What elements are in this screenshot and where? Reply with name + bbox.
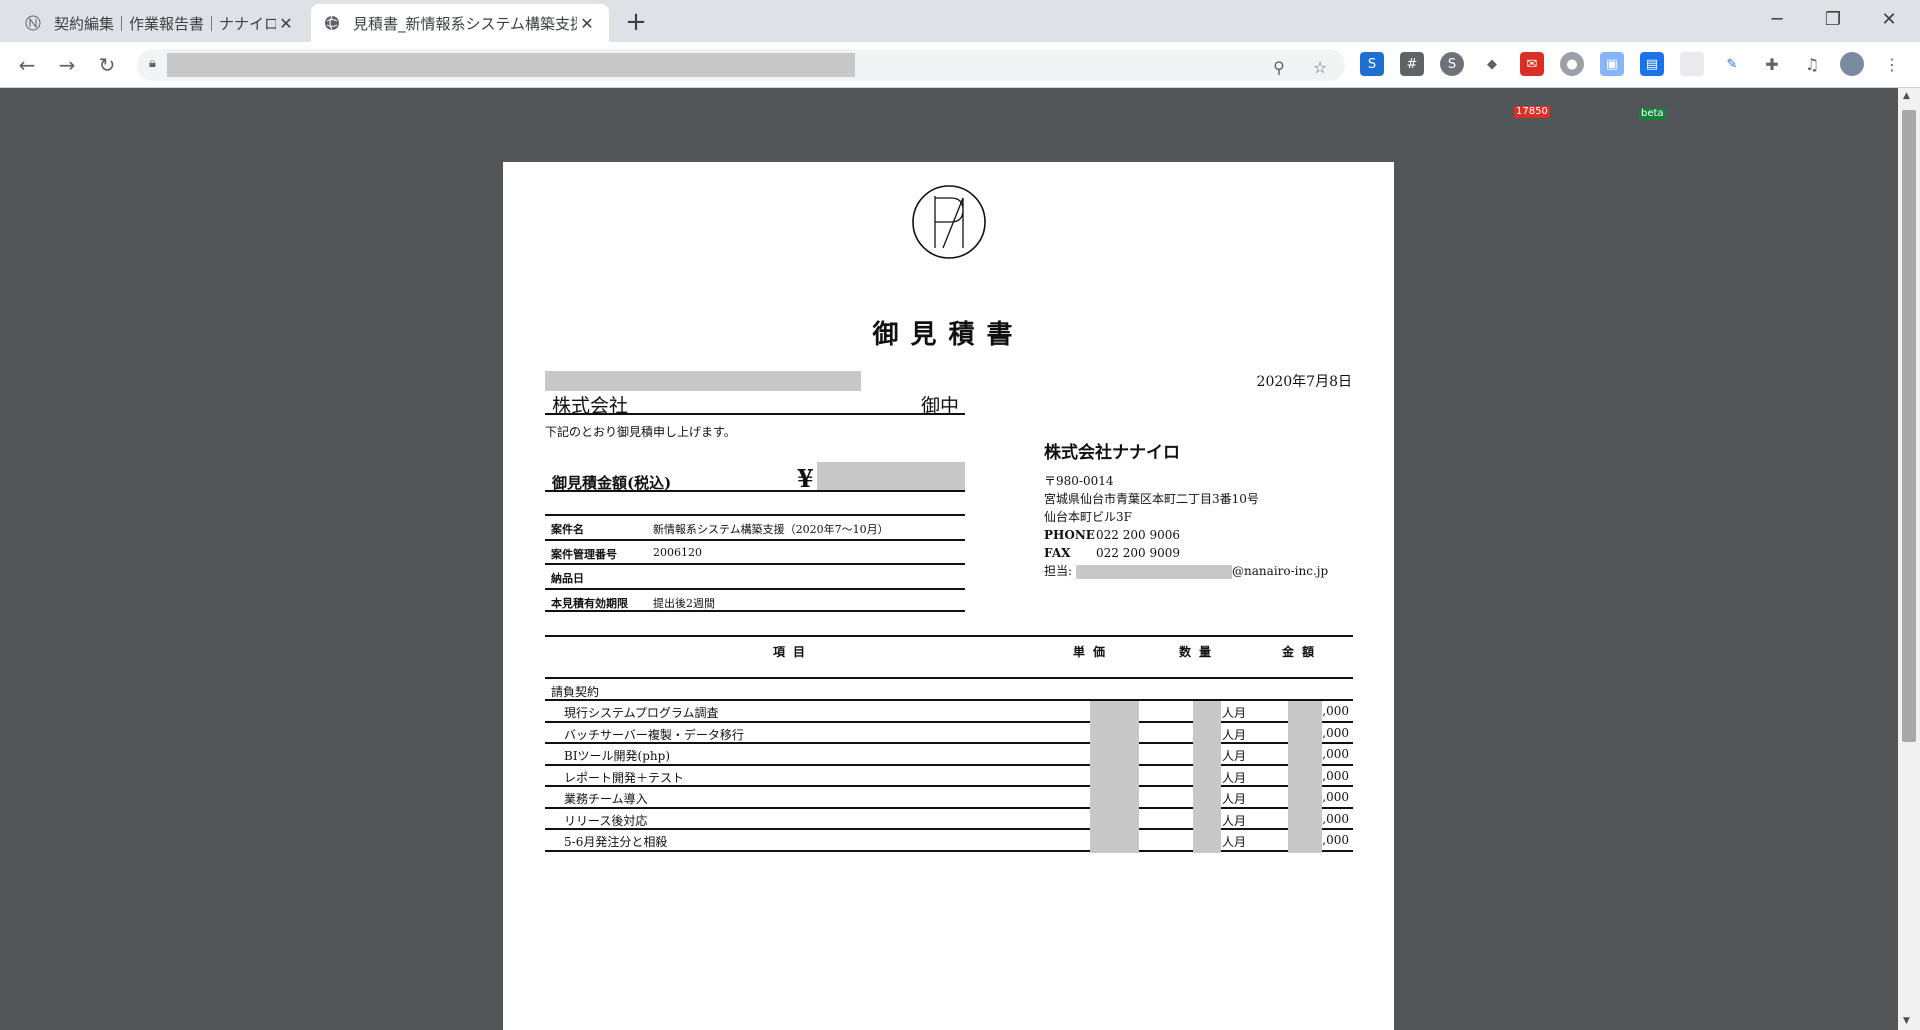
- info-row: 納品日: [545, 563, 965, 588]
- redacted-total-amount: [817, 462, 965, 490]
- table-row: リリース後対応 人月 ,000: [545, 809, 1353, 830]
- section-label: 請負契約: [551, 685, 600, 699]
- company-logo: [912, 185, 986, 259]
- client-honorific: 御中: [920, 395, 959, 417]
- section-row: 請負契約: [545, 679, 1353, 701]
- tab-title: 契約編集｜作業報告書｜ナナイロ: [54, 14, 276, 33]
- close-tab-icon[interactable]: ✕: [276, 13, 296, 33]
- table-row: 業務チーム導入 人月 ,000: [545, 787, 1353, 809]
- info-row: 本見積有効期限 提出後2週間: [545, 587, 965, 612]
- issuer-contact: 担当: @nanairo-inc.jp: [1044, 564, 1329, 579]
- scroll-thumb[interactable]: [1902, 110, 1916, 742]
- new-tab-button[interactable]: +: [622, 7, 650, 37]
- intro-text: 下記のとおり御見積申し上げます。: [545, 425, 736, 439]
- table-row: レポート開発＋テスト 人月 ,000: [545, 766, 1353, 787]
- screenshot-extension-icon[interactable]: ▣: [1600, 52, 1624, 76]
- info-label: 案件管理番号: [551, 547, 617, 561]
- skype-icon[interactable]: S: [1440, 52, 1464, 76]
- info-row: 案件名 新情報系システム構築支援（2020年7～10月）: [545, 514, 965, 539]
- table-row: BIツール開発(php) 人月 ,000: [545, 744, 1353, 766]
- table-row: 5-6月発注分と相殺 人月 ,000: [545, 830, 1353, 852]
- viewer-scrollbar[interactable]: ▲ ▼: [1898, 88, 1920, 1030]
- info-value: 新情報系システム構築支援（2020年7～10月）: [653, 523, 889, 536]
- close-window-icon[interactable]: ✕: [1862, 0, 1916, 38]
- profile-avatar[interactable]: [1840, 52, 1864, 76]
- reload-icon[interactable]: ↻: [91, 49, 123, 81]
- blank-extension-icon[interactable]: [1680, 52, 1704, 76]
- client-company-suffix: 株式会社: [552, 395, 629, 417]
- back-icon[interactable]: ←: [11, 49, 43, 81]
- document-title: 御見積書: [872, 320, 1025, 350]
- info-label: 本見積有効期限: [551, 596, 628, 610]
- issuer-address-2: 仙台本町ビル3F: [1044, 510, 1132, 524]
- line-items-table: 項目 単価 数量 金額 請負契約 現行システムプログラム調査 人月 ,000 バッチ…: [545, 635, 1353, 853]
- total-amount-line: 御見積金額(税込) ¥: [545, 462, 965, 493]
- dropbox-icon[interactable]: ◆: [1480, 52, 1504, 76]
- site-favicon-icon: [24, 14, 42, 32]
- restore-icon[interactable]: ❐: [1806, 0, 1860, 38]
- col-item: 項目: [773, 645, 814, 659]
- address-bar[interactable]: 🔒︎ ⚲ ☆: [137, 49, 1345, 81]
- lock-icon: 🔒︎: [149, 56, 156, 71]
- zoom-icon[interactable]: ⚲: [1267, 55, 1291, 79]
- info-value: 2006120: [653, 545, 702, 559]
- extensions-puzzle-icon[interactable]: ✚: [1760, 52, 1784, 76]
- minimize-icon[interactable]: ─: [1750, 0, 1804, 38]
- tab-title: 見積書_新情報系システム構築支援: [353, 14, 577, 33]
- issuer-name: 株式会社ナナイロ: [1044, 443, 1180, 463]
- url-redacted: [167, 53, 855, 77]
- project-info-table: 案件名 新情報系システム構築支援（2020年7～10月） 案件管理番号 2006…: [545, 514, 965, 612]
- col-quantity: 数量: [1179, 645, 1220, 659]
- info-value: 提出後2週間: [653, 596, 715, 610]
- scroll-up-icon[interactable]: ▲: [1903, 91, 1910, 101]
- grid-extension-icon[interactable]: #: [1400, 52, 1424, 76]
- close-tab-icon[interactable]: ✕: [577, 13, 597, 33]
- scroll-down-icon[interactable]: ▼: [1903, 1016, 1910, 1026]
- tab-strip: 契約編集｜作業報告書｜ナナイロ ✕ 見積書_新情報系システム構築支援 ✕ + ─…: [0, 0, 1920, 42]
- issue-date: 2020年7月8日: [1256, 374, 1352, 390]
- issuer-fax: FAX 022 200 9009: [1044, 546, 1180, 560]
- table-row: バッチサーバー複製・データ移行 人月 ,000: [545, 723, 1353, 744]
- tab-contract-edit[interactable]: 契約編集｜作業報告書｜ナナイロ ✕: [12, 4, 308, 42]
- redacted-unit-prices: [1090, 701, 1139, 853]
- forward-icon[interactable]: →: [51, 49, 83, 81]
- yen-symbol: ¥: [797, 464, 814, 493]
- client-line: 株式会社 御中: [545, 391, 965, 417]
- browser-toolbar: ← → ↻ 🔒︎ ⚲ ☆ S # S ◆ ✉ 17850 ● ▣ ▤ beta …: [0, 42, 1920, 120]
- redacted-quantities: [1193, 701, 1221, 853]
- col-amount: 金額: [1282, 645, 1323, 659]
- issuer-phone: PHONE022 200 9006: [1044, 528, 1180, 542]
- redacted-client-name: [545, 371, 861, 391]
- col-unit-price: 単価: [1073, 645, 1114, 659]
- table-row: 現行システムプログラム調査 人月 ,000: [545, 701, 1353, 723]
- issuer-address-1: 宮城県仙台市青葉区本町二丁目3番10号: [1044, 492, 1259, 506]
- issuer-block: 株式会社ナナイロ 〒980-0014 宮城県仙台市青葉区本町二丁目3番10号 仙…: [1044, 444, 1328, 580]
- media-control-icon[interactable]: ♫: [1800, 52, 1824, 76]
- menu-kebab-icon[interactable]: ⋮: [1880, 52, 1904, 76]
- pen-extension-icon[interactable]: ✎: [1720, 52, 1744, 76]
- issuer-postal: 〒980-0014: [1044, 474, 1114, 488]
- pdf-page: 御見積書 2020年7月8日 株式会社 御中 下記のとおり御見積申し上げます。 …: [503, 162, 1394, 1030]
- chat-extension-icon[interactable]: ●: [1560, 52, 1584, 76]
- info-row: 案件管理番号 2006120: [545, 538, 965, 564]
- bookmark-star-icon[interactable]: ☆: [1308, 55, 1332, 79]
- redacted-contact: [1076, 564, 1233, 579]
- tab-estimate-pdf[interactable]: 見積書_新情報系システム構築支援 ✕: [311, 4, 609, 42]
- s-extension-icon[interactable]: S: [1360, 52, 1384, 76]
- table-header: 項目 単価 数量 金額: [545, 635, 1353, 679]
- gmail-checker-icon[interactable]: ✉: [1520, 52, 1544, 76]
- info-label: 案件名: [551, 523, 584, 536]
- info-label: 納品日: [551, 572, 584, 585]
- mail-count-badge: 17850: [1514, 106, 1550, 118]
- redacted-amounts: [1288, 701, 1322, 853]
- beta-badge: beta: [1639, 108, 1666, 120]
- globe-icon: [323, 14, 341, 32]
- total-amount-label: 御見積金額(税込): [552, 474, 672, 492]
- beta-extension-icon[interactable]: ▤: [1640, 52, 1664, 76]
